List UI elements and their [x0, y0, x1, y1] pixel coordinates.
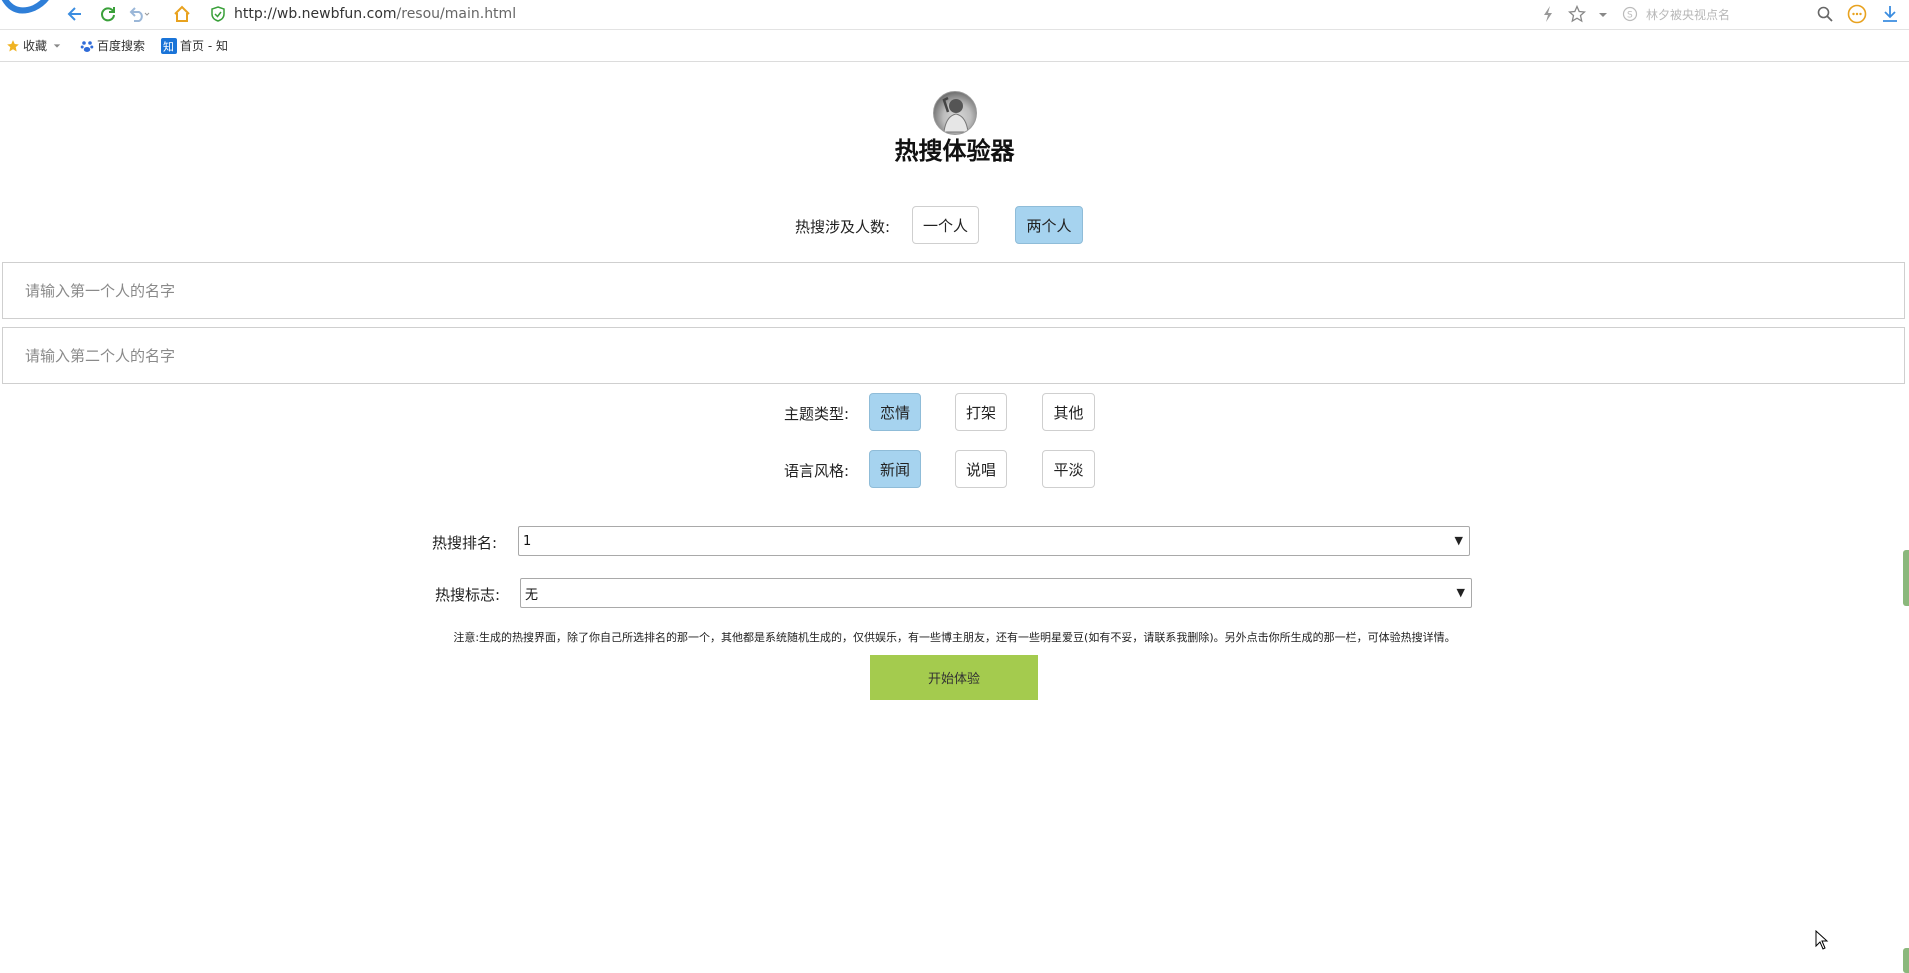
- search-go: [1817, 3, 1899, 25]
- people-count-label: 热搜涉及人数:: [795, 218, 891, 236]
- theme-label: 主题类型:: [784, 405, 850, 423]
- style-option-news[interactable]: 新闻: [869, 450, 921, 488]
- secure-shield-icon: [211, 6, 225, 22]
- style-option-rap[interactable]: 说唱: [955, 450, 1007, 488]
- search-placeholder: 林夕被央视点名: [1646, 7, 1731, 22]
- avatar: [933, 91, 977, 135]
- dropdown-arrow-icon: ▼: [1454, 534, 1463, 547]
- flag-select-value: 无: [525, 587, 539, 603]
- avatar-figure-icon: [942, 96, 969, 133]
- bookmark-zhihu[interactable]: 知 首页 - 知: [161, 37, 228, 54]
- style-label: 语言风格:: [784, 462, 850, 480]
- first-name-input[interactable]: [2, 262, 1905, 319]
- url-host: http://wb.newbfun.com: [234, 6, 397, 22]
- rank-select[interactable]: 1 ▼: [518, 526, 1470, 556]
- svg-text:S: S: [1627, 11, 1633, 21]
- notice-text: 注意:生成的热搜界面，除了你自己所选排名的那一个，其他都是系统随机生成的，仅供娱…: [453, 631, 1456, 644]
- undo-icon[interactable]: [128, 3, 150, 25]
- address-bar[interactable]: http://wb.newbfun.com/resou/main.html: [210, 3, 516, 25]
- option-two-people[interactable]: 两个人: [1015, 206, 1083, 244]
- bookmark-label: 首页 - 知: [180, 39, 228, 53]
- home-icon[interactable]: [171, 3, 193, 25]
- flag-label: 热搜标志:: [435, 586, 501, 604]
- page-tools: [1540, 3, 1608, 25]
- smiley-menu-icon[interactable]: [1847, 4, 1867, 24]
- zhihu-icon: 知: [161, 37, 178, 54]
- lightning-icon[interactable]: [1540, 5, 1556, 23]
- theme-option-other[interactable]: 其他: [1042, 393, 1095, 431]
- side-tab-bottom[interactable]: [1903, 948, 1909, 973]
- search-engine-icon: S: [1622, 6, 1638, 22]
- bookmark-favorites[interactable]: 收藏: [6, 37, 64, 54]
- bookmarks-bar: 收藏 百度搜索 知 首页 - 知: [0, 30, 1909, 62]
- start-button[interactable]: 开始体验: [870, 655, 1038, 700]
- chevron-down-icon[interactable]: [1598, 5, 1608, 23]
- browser-toolbar: http://wb.newbfun.com/resou/main.html S …: [0, 0, 1909, 30]
- chevron-down-icon: [53, 43, 61, 48]
- side-feedback-tab[interactable]: [1903, 550, 1909, 606]
- browser-logo-icon: [1, 0, 49, 14]
- second-name-input[interactable]: [2, 327, 1905, 384]
- rank-select-value: 1: [523, 533, 532, 549]
- theme-option-fight[interactable]: 打架: [955, 393, 1007, 431]
- search-icon[interactable]: [1817, 6, 1833, 22]
- mouse-cursor-icon: [1815, 930, 1829, 950]
- back-icon[interactable]: [64, 3, 86, 25]
- rank-label: 热搜排名:: [432, 534, 498, 552]
- browser-search-box[interactable]: S 林夕被央视点名: [1622, 2, 1832, 26]
- download-icon[interactable]: [1881, 5, 1899, 23]
- svg-text:知: 知: [163, 39, 174, 53]
- style-option-plain[interactable]: 平淡: [1042, 450, 1095, 488]
- refresh-icon[interactable]: [97, 3, 119, 25]
- star-icon: [7, 39, 19, 51]
- option-one-person[interactable]: 一个人: [912, 206, 979, 244]
- url-text: http://wb.newbfun.com/resou/main.html: [234, 6, 516, 22]
- baidu-paw-icon: [80, 40, 94, 52]
- page-title: 热搜体验器: [894, 137, 1015, 165]
- theme-option-romance[interactable]: 恋情: [869, 393, 921, 431]
- dropdown-arrow-icon: ▼: [1456, 586, 1465, 599]
- bookmark-baidu[interactable]: 百度搜索: [80, 37, 145, 54]
- bookmark-label: 百度搜索: [97, 39, 146, 53]
- star-icon[interactable]: [1568, 5, 1586, 23]
- flag-select[interactable]: 无 ▼: [520, 578, 1472, 608]
- bookmark-label: 收藏: [23, 39, 48, 53]
- url-path: /resou/main.html: [396, 6, 517, 22]
